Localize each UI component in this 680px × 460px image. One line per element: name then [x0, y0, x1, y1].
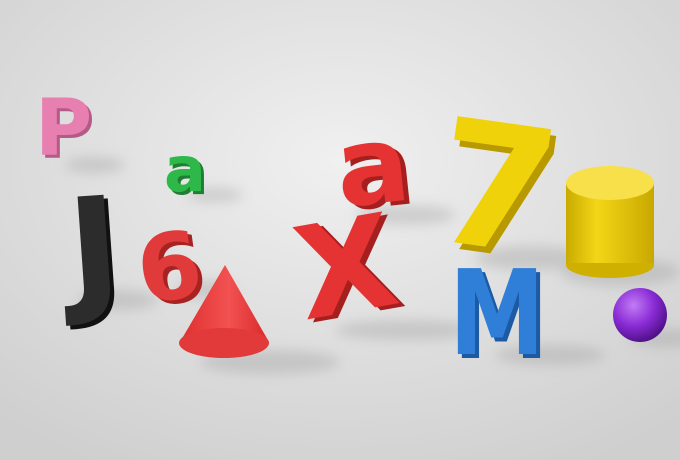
svg-text:P: P [35, 84, 92, 174]
purple-sphere [613, 288, 667, 342]
svg-text:M: M [449, 244, 545, 382]
pink-letter-p: P P [35, 84, 95, 177]
svg-text:a: a [164, 133, 206, 206]
green-letter-a: a a [164, 133, 209, 209]
rendered-3d-scene: P P a a J J 6 6 a a X X 7 7 M M [0, 0, 680, 460]
scene-canvas: P P a a J J 6 6 a a X X 7 7 M M [0, 0, 680, 460]
blue-letter-m: M M [449, 244, 549, 386]
yellow-cylinder [566, 166, 654, 278]
